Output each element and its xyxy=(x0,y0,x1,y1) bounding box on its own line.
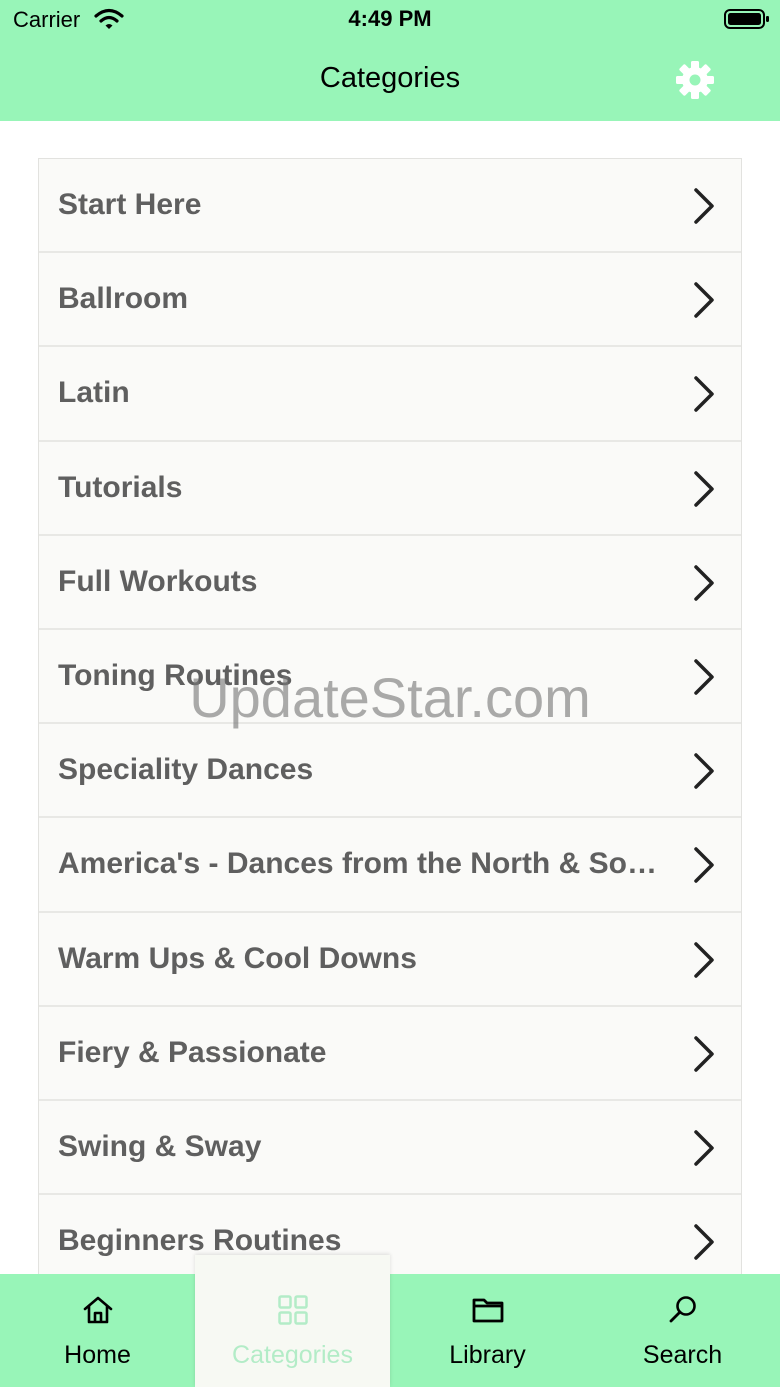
category-item-toning-routines[interactable]: Toning Routines xyxy=(39,629,741,725)
category-label: Full Workouts xyxy=(58,564,258,598)
folder-icon xyxy=(472,1298,504,1323)
gear-icon[interactable] xyxy=(672,57,718,103)
chevron-right-icon xyxy=(694,376,714,413)
category-item-beginners-routines[interactable]: Beginners Routines xyxy=(39,1195,741,1274)
chevron-right-icon xyxy=(694,565,714,601)
chevron-right-icon xyxy=(694,753,714,789)
category-label: Latin xyxy=(58,376,130,410)
category-item-americas[interactable]: America's - Dances from the North & Sout… xyxy=(39,818,741,913)
chevron-right-icon xyxy=(694,1035,714,1072)
category-item-start-here[interactable]: Start Here xyxy=(39,159,741,254)
grid-icon xyxy=(278,1295,308,1325)
tab-categories[interactable]: Categories xyxy=(195,1255,390,1387)
category-item-tutorials[interactable]: Tutorials xyxy=(39,441,741,536)
category-label: Ballroom xyxy=(58,282,189,316)
chevron-right-icon xyxy=(694,188,714,224)
tab-bar: Home Categories Library Search xyxy=(0,1255,780,1387)
category-label: Tutorials xyxy=(58,470,183,504)
chevron-right-icon xyxy=(694,941,714,978)
category-label: Swing & Sway xyxy=(58,1129,262,1163)
status-bar: Carrier 4:49 PM xyxy=(0,0,780,40)
tab-label: Library xyxy=(449,1341,526,1369)
category-item-swing-sway[interactable]: Swing & Sway xyxy=(39,1100,741,1196)
category-label: America's - Dances from the North & Sout… xyxy=(58,847,668,881)
category-item-latin[interactable]: Latin xyxy=(39,347,741,442)
category-label: Fiery & Passionate xyxy=(58,1035,327,1069)
category-label: Toning Routines xyxy=(58,658,293,692)
category-list: Start Here Ballroom Latin Tutorials Full… xyxy=(38,158,742,1274)
navigation-bar: Categories xyxy=(0,40,780,121)
status-time: 4:49 PM xyxy=(348,6,432,31)
home-icon xyxy=(83,1296,113,1324)
category-item-ballroom[interactable]: Ballroom xyxy=(39,253,741,348)
chevron-right-icon xyxy=(694,282,714,318)
chevron-right-icon xyxy=(694,847,714,884)
category-label: Warm Ups & Cool Downs xyxy=(58,941,417,975)
page-title: Categories xyxy=(319,62,461,94)
chevron-right-icon xyxy=(694,1130,714,1166)
tab-label: Home xyxy=(64,1341,131,1369)
category-item-speciality-dances[interactable]: Speciality Dances xyxy=(39,724,741,819)
tab-library[interactable]: Library xyxy=(390,1274,585,1387)
chevron-right-icon xyxy=(694,659,714,695)
tab-label: Search xyxy=(642,1341,723,1369)
chevron-right-icon xyxy=(694,1224,714,1260)
tab-home[interactable]: Home xyxy=(0,1274,195,1387)
tab-label: Categories xyxy=(232,1341,353,1369)
battery-icon xyxy=(724,9,769,29)
category-label: Speciality Dances xyxy=(58,753,314,787)
category-item-full-workouts[interactable]: Full Workouts xyxy=(39,535,741,630)
tab-search[interactable]: Search xyxy=(585,1274,780,1387)
category-item-fiery-passionate[interactable]: Fiery & Passionate xyxy=(39,1006,741,1101)
chevron-right-icon xyxy=(694,470,714,507)
search-icon xyxy=(669,1296,696,1323)
category-item-warm-ups[interactable]: Warm Ups & Cool Downs xyxy=(39,912,741,1007)
category-label: Start Here xyxy=(58,188,202,221)
